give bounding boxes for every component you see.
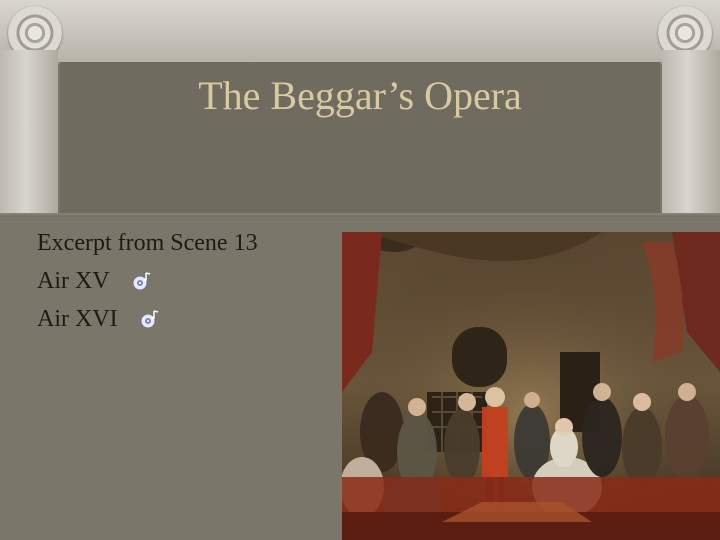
column-left: [0, 50, 58, 215]
bullet-label: Air XV: [37, 267, 110, 294]
bullet-label: Excerpt from Scene 13: [37, 229, 258, 256]
bullet-excerpt: Excerpt from Scene 13: [37, 224, 258, 262]
column-right: [662, 50, 720, 215]
bullet-label: Air XVI: [37, 305, 118, 332]
frame-ledge: [0, 213, 720, 217]
sound-clip-icon[interactable]: [140, 309, 160, 329]
sound-clip-icon[interactable]: [132, 271, 152, 291]
painting-image: [342, 232, 720, 540]
bullet-air-xv: Air XV: [37, 262, 258, 300]
column-capital-frame: [0, 0, 720, 64]
slide: The Beggar’s Opera Excerpt from Scene 13…: [0, 0, 720, 540]
bullet-list: Excerpt from Scene 13 Air XV Air XVI: [37, 224, 258, 338]
bullet-air-xvi: Air XVI: [37, 300, 258, 338]
slide-title: The Beggar’s Opera: [198, 73, 522, 118]
